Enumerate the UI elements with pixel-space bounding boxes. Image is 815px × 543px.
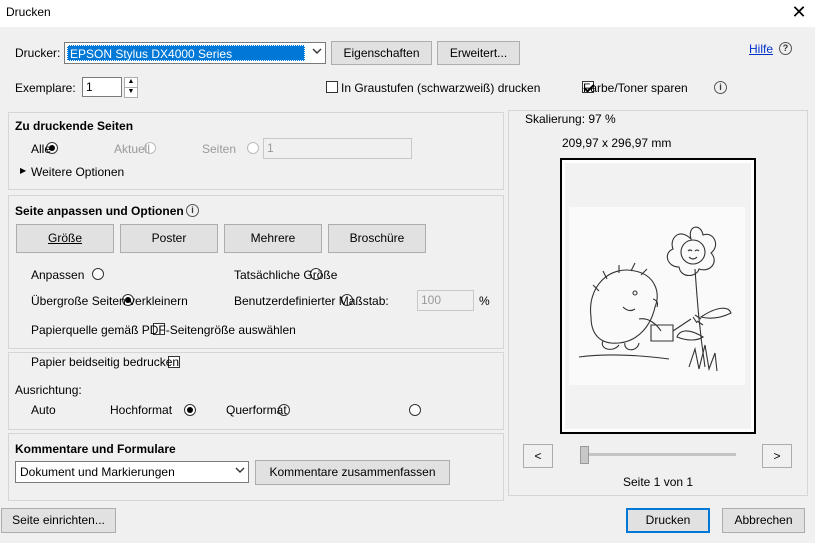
radio-orientation-auto[interactable] <box>183 404 196 416</box>
preview-illustration <box>569 207 745 385</box>
copies-stepper[interactable]: ▲ ▼ <box>124 77 138 98</box>
stepper-down-icon[interactable]: ▼ <box>124 88 138 98</box>
radio-fit[interactable] <box>91 268 104 280</box>
printer-selected-value: EPSON Stylus DX4000 Series <box>67 45 305 61</box>
help-icon[interactable]: ? <box>779 42 792 55</box>
comments-selected-value: Dokument und Markierungen <box>20 465 175 479</box>
grayscale-checkbox[interactable] <box>326 81 338 93</box>
page-dimensions: 209,97 x 296,97 mm <box>562 136 672 150</box>
radio-pages-label: Seiten <box>202 142 237 156</box>
page-slider-track[interactable] <box>580 453 736 456</box>
expand-triangle-icon[interactable]: ▶ <box>20 166 26 175</box>
summarize-comments-button[interactable]: Kommentare zusammenfassen <box>255 460 450 485</box>
multiple-button[interactable]: Mehrere <box>224 224 322 253</box>
pages-section-title: Zu druckende Seiten <box>15 119 134 133</box>
help-link[interactable]: Hilfe <box>749 42 773 56</box>
chevron-down-icon <box>312 46 322 59</box>
advanced-button[interactable]: Erweitert... <box>437 41 520 65</box>
radio-portrait-label: Hochformat <box>110 403 173 417</box>
page-setup-button[interactable]: Seite einrichten... <box>1 508 116 533</box>
window-title: Drucken <box>6 5 51 19</box>
orientation-label: Ausrichtung: <box>15 383 82 397</box>
info-icon[interactable]: i <box>714 81 727 94</box>
title-bar <box>0 0 815 27</box>
properties-button[interactable]: Eigenschaften <box>331 41 432 65</box>
grayscale-label: In Graustufen (schwarzweiß) drucken <box>341 81 541 95</box>
print-button[interactable]: Drucken <box>626 508 710 533</box>
scaling-text: Skalierung: 97 % <box>525 112 616 126</box>
size-button-label: Größe <box>47 231 82 245</box>
next-page-button[interactable]: > <box>762 444 792 468</box>
radio-custom-scale-label: Benutzerdefinierter Maßstab: <box>234 294 389 308</box>
booklet-button[interactable]: Broschüre <box>328 224 426 253</box>
custom-scale-input[interactable]: 100 <box>417 290 474 311</box>
copies-input[interactable]: 1 <box>82 77 122 97</box>
fit-section-title: Seite anpassen und Optionen <box>15 204 184 218</box>
radio-actual-size-label: Tatsächliche Größe <box>234 268 338 282</box>
paper-source-label: Papierquelle gemäß PDF-Seitengröße auswä… <box>31 323 296 337</box>
page-slider-thumb[interactable] <box>580 446 589 464</box>
stepper-up-icon[interactable]: ▲ <box>124 77 138 88</box>
page-preview <box>560 158 756 434</box>
prev-page-button[interactable]: < <box>523 444 553 468</box>
info-icon[interactable]: i <box>186 204 199 217</box>
printer-select[interactable]: EPSON Stylus DX4000 Series <box>64 42 326 64</box>
percent-label: % <box>479 294 490 308</box>
pages-range-input[interactable]: 1 <box>263 138 412 159</box>
page-indicator: Seite 1 von 1 <box>623 475 694 489</box>
radio-shrink-oversized-label: Übergroße Seiten verkleinern <box>31 294 188 308</box>
more-options-toggle[interactable]: Weitere Optionen <box>31 165 124 179</box>
radio-landscape-label: Querformat <box>226 403 287 417</box>
radio-fit-label: Anpassen <box>31 268 85 282</box>
duplex-label: Papier beidseitig bedrucken <box>31 355 180 369</box>
size-button[interactable]: Größe <box>16 224 114 253</box>
chevron-down-icon <box>235 465 245 478</box>
printer-label: Drucker: <box>15 46 61 60</box>
cancel-button[interactable]: Abbrechen <box>722 508 805 533</box>
poster-button[interactable]: Poster <box>120 224 218 253</box>
radio-all-label: Alle <box>31 142 52 156</box>
copies-label: Exemplare: <box>15 81 76 95</box>
close-icon[interactable]: ✕ <box>788 1 810 23</box>
comments-select[interactable]: Dokument und Markierungen <box>15 461 249 483</box>
radio-orientation-auto-label: Auto <box>31 403 56 417</box>
comments-section-title: Kommentare und Formulare <box>15 442 176 456</box>
save-toner-label: Farbe/Toner sparen <box>583 81 688 95</box>
radio-current-label: Aktuell <box>114 142 151 156</box>
